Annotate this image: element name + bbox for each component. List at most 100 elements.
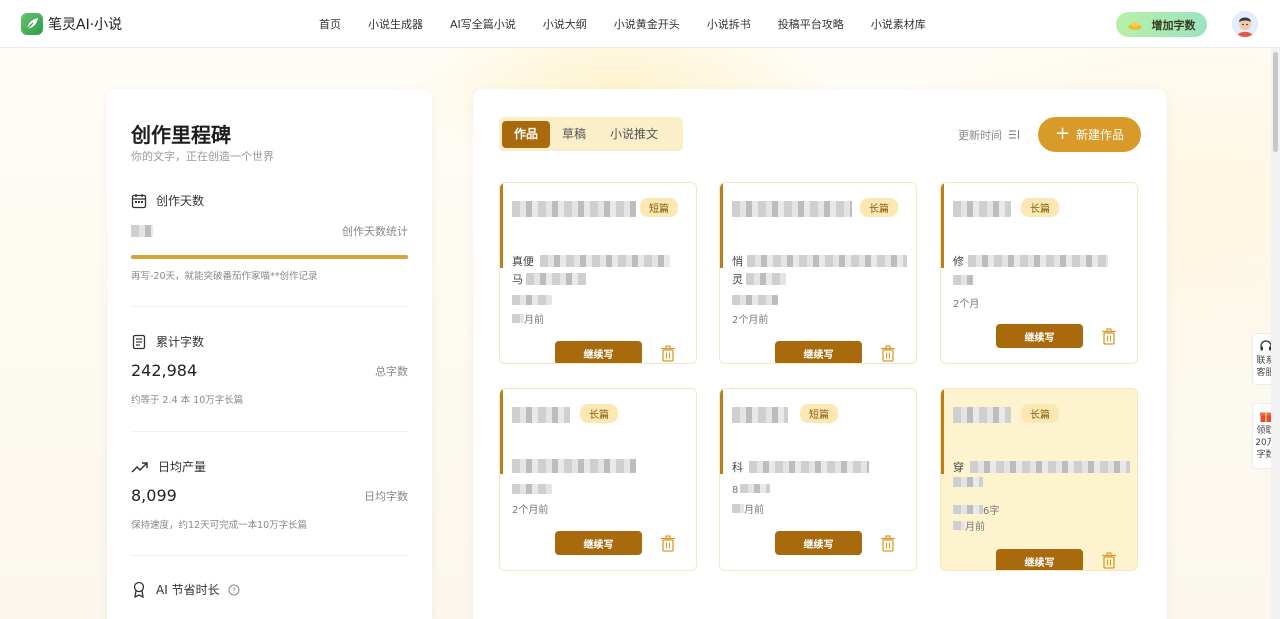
continue-writing-button[interactable]: 继续写	[555, 531, 642, 555]
card-text-redacted	[540, 255, 670, 267]
card-type-tag: 长篇	[860, 198, 898, 217]
trash-icon[interactable]	[1101, 328, 1117, 345]
trash-icon[interactable]	[660, 345, 676, 362]
continue-writing-button[interactable]: 继续写	[996, 324, 1083, 348]
document-icon	[132, 334, 146, 349]
divider	[131, 555, 408, 556]
sort-label: 更新时间	[958, 129, 1002, 142]
help-circle-icon[interactable]: ?	[228, 584, 240, 596]
work-card[interactable]: 短篇 真便 马 月前 继续写	[499, 182, 697, 364]
card-type-tag: 长篇	[1021, 404, 1059, 423]
card-title-redacted	[953, 407, 1011, 423]
card-time: 月前	[524, 315, 544, 326]
card-line2: 马	[512, 273, 523, 286]
card-accent-bar	[720, 183, 723, 268]
divider	[131, 431, 408, 432]
nav-outline[interactable]: 小说大纲	[543, 16, 587, 32]
card-title-redacted	[953, 201, 1011, 217]
card-accent-bar	[720, 389, 723, 474]
card-time: 2个月	[953, 299, 980, 310]
nav-material-library[interactable]: 小说素材库	[871, 16, 926, 32]
stat-days-value-redacted	[131, 225, 153, 237]
nav-golden-opening[interactable]: 小说黄金开头	[614, 16, 680, 32]
card-text-redacted	[746, 273, 786, 285]
new-work-label: 新建作品	[1076, 128, 1125, 142]
top-header: 笔灵AI·小说 首页 小说生成器 AI写全篇小说 小说大纲 小说黄金开头 小说拆…	[0, 0, 1280, 48]
card-text-redacted	[512, 459, 636, 473]
stat-total-words-right-label: 总字数	[375, 365, 408, 378]
card-title-redacted	[512, 407, 570, 423]
trash-icon[interactable]	[1101, 552, 1117, 569]
card-words: 8	[732, 485, 739, 496]
card-text-redacted	[749, 461, 869, 473]
work-card[interactable]: 长篇 悄 灵 2个月前 继续写	[719, 182, 917, 364]
add-words-button[interactable]: 增加字数	[1116, 12, 1207, 37]
tab-works[interactable]: 作品	[502, 120, 551, 148]
card-time: 2个月前	[512, 505, 549, 516]
new-work-button[interactable]: + 新建作品	[1038, 117, 1141, 152]
divider	[131, 306, 408, 307]
card-line1: 悄	[732, 255, 743, 268]
card-time: 2个月前	[732, 315, 769, 326]
continue-writing-button[interactable]: 继续写	[775, 531, 862, 555]
continue-writing-button[interactable]: 继续写	[775, 341, 862, 363]
nav-book-breakdown[interactable]: 小说拆书	[707, 16, 751, 32]
brand-logo[interactable]: 笔灵AI·小说	[21, 13, 122, 35]
card-title-redacted	[732, 201, 852, 217]
trash-icon[interactable]	[660, 535, 676, 552]
card-words-redacted	[740, 484, 771, 493]
card-words-redacted	[512, 484, 552, 494]
nav-submission-guide[interactable]: 投稿平台攻略	[778, 16, 844, 32]
card-time: 月前	[965, 522, 985, 533]
user-avatar[interactable]	[1232, 11, 1258, 37]
card-text-redacted	[526, 273, 586, 285]
milestone-panel: 创作里程碑 你的文字，正在创造一个世界 创作天数 创作天数统计 再写-20天，就…	[107, 89, 432, 619]
tab-novel-promo[interactable]: 小说推文	[598, 121, 670, 148]
card-type-tag: 短篇	[800, 404, 838, 423]
page-scrollbar[interactable]	[1271, 48, 1280, 619]
stat-days: 创作天数 创作天数统计 再写-20天，就能突破番茄作家喵**创作记录	[131, 192, 408, 282]
card-words: 6字	[983, 506, 1000, 517]
stat-ai-time: AI 节省时长 ?	[131, 581, 408, 611]
card-line1: 科	[732, 461, 743, 474]
card-line1: 穿	[953, 461, 964, 474]
card-words-redacted	[732, 295, 778, 305]
stat-days-note: 再写-20天，就能突破番茄作家喵**创作记录	[131, 271, 318, 282]
card-text-redacted	[953, 477, 983, 487]
card-line1: 真便	[512, 255, 534, 268]
days-progress-fill	[131, 255, 408, 259]
work-card-selected[interactable]: 长篇 穿 6字 月前 继续写	[940, 388, 1138, 571]
continue-writing-button[interactable]: 继续写	[996, 549, 1083, 570]
nav-ai-full-novel[interactable]: AI写全篇小说	[450, 16, 516, 32]
card-accent-bar	[941, 389, 944, 474]
work-card[interactable]: 长篇 2个月前 继续写	[499, 388, 697, 571]
nav-home[interactable]: 首页	[319, 16, 341, 32]
trash-icon[interactable]	[880, 345, 896, 362]
card-type-tag: 长篇	[580, 404, 618, 423]
card-type-tag: 长篇	[1021, 198, 1059, 217]
nav-generator[interactable]: 小说生成器	[368, 16, 423, 32]
stat-daily-value: 8,099	[131, 486, 177, 505]
stat-ai-time-label: AI 节省时长	[156, 583, 220, 597]
card-accent-bar	[500, 183, 503, 268]
card-line2: 灵	[732, 273, 743, 286]
card-text-redacted	[968, 255, 1108, 267]
continue-writing-button[interactable]: 继续写	[555, 341, 642, 363]
scrollbar-thumb[interactable]	[1273, 52, 1278, 152]
work-card[interactable]: 长篇 修 2个月 继续写	[940, 182, 1138, 364]
stat-daily-note: 保持速度，约12天可完成一本10万字长篇	[131, 520, 308, 531]
stat-total-words: 累计字数 242,984 总字数 约等于 2.4 本 10万字长篇	[131, 333, 408, 413]
leaf-logo-icon	[21, 13, 43, 35]
work-card[interactable]: 短篇 科 8 月前 继续写	[719, 388, 917, 571]
tab-drafts[interactable]: 草稿	[550, 121, 598, 148]
stat-days-label: 创作天数	[156, 194, 205, 208]
gold-ingot-icon	[1128, 21, 1141, 30]
award-medal-icon	[133, 581, 145, 598]
stat-total-words-label: 累计字数	[156, 335, 205, 349]
sort-by-update-time[interactable]: 更新时间	[958, 127, 1020, 143]
trash-icon[interactable]	[880, 535, 896, 552]
trend-up-icon	[131, 461, 148, 473]
card-words-redacted	[953, 275, 973, 285]
svg-text:?: ?	[232, 586, 236, 594]
card-accent-bar	[941, 183, 944, 268]
